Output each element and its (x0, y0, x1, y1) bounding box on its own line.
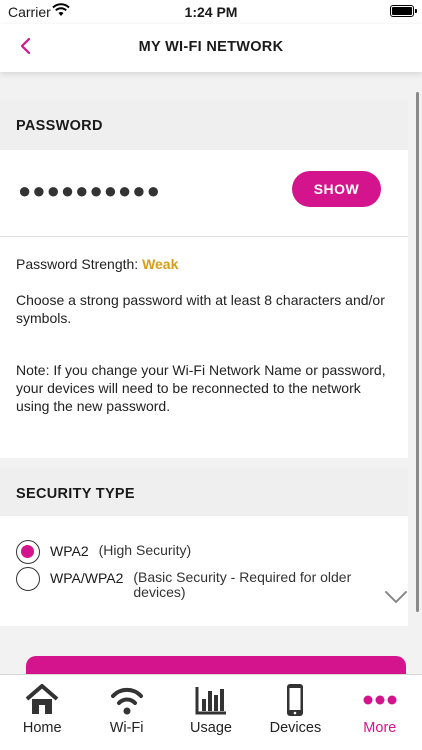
nav-bar: MY WI-FI NETWORK (0, 24, 422, 72)
show-password-button[interactable]: SHOW (292, 171, 381, 207)
password-field[interactable]: ●●●●●●●●●● (18, 178, 161, 204)
strength-value: Weak (142, 256, 179, 272)
spacer (0, 72, 408, 100)
radio-unselected[interactable] (16, 567, 40, 591)
password-row: ●●●●●●●●●● SHOW (0, 150, 408, 237)
password-note: Note: If you change your Wi-Fi Network N… (16, 362, 386, 414)
tab-label: Wi-Fi (109, 720, 144, 736)
password-section-title: PASSWORD (0, 100, 408, 150)
status-bar: Carrier 1:24 PM (0, 0, 422, 24)
password-strength: Password Strength: Weak (16, 255, 392, 273)
tab-home[interactable]: Home (0, 675, 84, 750)
option-description: (Basic Security - Required for older dev… (133, 569, 352, 600)
tab-bar: Home Wi-Fi Usage Devices More (0, 674, 422, 750)
spacer (0, 626, 408, 656)
spacer (0, 458, 408, 468)
more-dots-icon (363, 695, 397, 705)
tab-usage[interactable]: Usage (169, 675, 253, 750)
tab-label: More (363, 720, 397, 736)
option-label: WPA2 (50, 543, 89, 559)
status-time: 1:24 PM (184, 4, 238, 20)
tab-label: Usage (190, 720, 232, 736)
tab-more[interactable]: More (338, 675, 422, 750)
option-description: (High Security) (98, 542, 192, 558)
password-hint: Choose a strong password with at least 8… (16, 292, 385, 326)
tab-label: Devices (269, 720, 322, 736)
page-title: MY WI-FI NETWORK (138, 39, 284, 55)
bar-chart-icon (195, 687, 227, 715)
phone-icon (287, 684, 304, 716)
save-button[interactable] (26, 656, 406, 674)
tab-devices[interactable]: Devices (253, 675, 337, 750)
password-info: Password Strength: Weak Choose a strong … (0, 237, 408, 458)
tab-label: Home (22, 720, 62, 736)
content-area[interactable]: PASSWORD ●●●●●●●●●● SHOW Password Streng… (0, 72, 408, 674)
tab-wifi[interactable]: Wi-Fi (84, 675, 168, 750)
radio-selected[interactable] (16, 540, 40, 564)
security-section: SECURITY TYPE WPA2 (High Security) WPA/W… (0, 468, 408, 626)
option-label: WPA/WPA2 (50, 570, 124, 586)
security-section-title: SECURITY TYPE (0, 468, 408, 516)
home-icon (25, 684, 59, 714)
security-option-wpa2[interactable]: WPA2 (High Security) (16, 540, 191, 564)
security-option-wpa-wpa2[interactable]: WPA/WPA2 (Basic Security - Required for … (16, 567, 383, 600)
strength-label: Password Strength: (16, 256, 139, 272)
wifi-icon (110, 687, 143, 715)
chevron-down-icon[interactable] (384, 590, 408, 604)
scrollbar[interactable] (416, 92, 419, 612)
battery-icon (390, 5, 417, 17)
